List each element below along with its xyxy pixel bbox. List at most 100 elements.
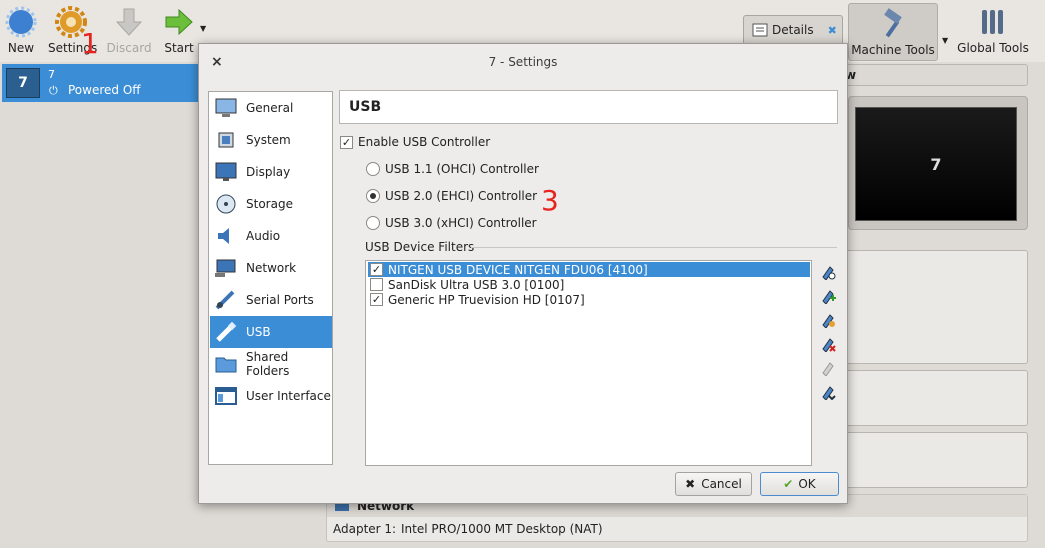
audio-icon <box>218 228 229 244</box>
enable-usb-label: Enable USB Controller <box>358 135 491 149</box>
filter-label: NITGEN USB DEVICE NITGEN FDU06 [4100] <box>388 262 648 277</box>
nav-label: System <box>246 133 291 147</box>
start-button[interactable]: Start <box>160 2 198 60</box>
nav-label: Network <box>246 261 297 275</box>
move-filter-up-icon[interactable] <box>820 360 836 376</box>
new-label: New <box>7 41 35 55</box>
usb30-radio[interactable] <box>366 216 380 230</box>
storage-icon <box>216 194 236 214</box>
nav-label: Audio <box>246 229 281 243</box>
filter-checkbox[interactable]: ✓ <box>370 263 383 276</box>
add-empty-filter-icon[interactable] <box>820 264 836 280</box>
filter-label: Generic HP Truevision HD [0107] <box>388 292 585 307</box>
usb30-label: USB 3.0 (xHCI) Controller <box>385 216 537 230</box>
add-filter-from-device-icon[interactable] <box>820 288 836 304</box>
adapter-label: Adapter 1: <box>333 522 397 536</box>
nav-label: User Interface <box>246 389 331 403</box>
nav-item-user-interface[interactable]: User Interface <box>210 380 332 412</box>
usb11-label: USB 1.1 (OHCI) Controller <box>385 162 539 176</box>
close-icon[interactable]: × <box>211 44 223 80</box>
annotation-1: 1 <box>81 27 99 60</box>
move-filter-down-icon[interactable] <box>820 384 836 400</box>
enable-usb-checkbox[interactable]: ✓ <box>340 136 353 149</box>
cancel-button[interactable]: ✖ Cancel <box>675 472 752 496</box>
usb20-radio[interactable] <box>366 189 380 203</box>
section-card <box>840 250 1028 364</box>
details-label: Details <box>772 23 814 37</box>
preview-box: 7 <box>848 96 1028 230</box>
section-card <box>840 432 1028 488</box>
start-dropdown-chevron-icon[interactable]: ▼ <box>200 24 206 33</box>
nav-label: General <box>246 101 294 115</box>
power-off-icon: ⏻ <box>49 84 58 97</box>
general-icon <box>215 98 237 117</box>
nav-item-shared-folders[interactable]: Shared Folders <box>210 348 332 380</box>
ok-button[interactable]: ✔ OK <box>760 472 839 496</box>
nav-label: USB <box>246 325 271 339</box>
ok-label: OK <box>798 477 816 491</box>
serial-ports-icon <box>215 290 235 310</box>
vm-state: Powered Off <box>68 83 141 97</box>
dialog-title: 7 - Settings <box>488 55 558 69</box>
shared-folders-icon <box>215 357 237 373</box>
network-icon <box>215 259 236 277</box>
annotation-3: 3 <box>541 184 559 217</box>
vm-list-item[interactable]: 7 7 ⏻ Powered Off <box>2 64 202 102</box>
machine-tools-label: Machine Tools <box>851 43 935 57</box>
nav-item-system[interactable]: System <box>210 124 332 156</box>
settings-dialog: × 7 - Settings General System Display St… <box>198 43 848 504</box>
discard-label: Discard <box>106 41 152 55</box>
nav-item-general[interactable]: General <box>210 92 332 124</box>
usb-icon <box>216 321 237 342</box>
cancel-label: Cancel <box>701 477 742 491</box>
discard-button[interactable]: Discard <box>106 2 152 60</box>
global-tools-label: Global Tools <box>957 41 1029 55</box>
preview-screen: 7 <box>855 107 1017 221</box>
page-title: USB <box>339 90 838 124</box>
details-close-icon[interactable]: ✖ <box>828 24 837 37</box>
section-card <box>840 370 1028 426</box>
discard-arrow-icon <box>115 8 143 36</box>
ok-check-icon: ✔ <box>783 477 794 491</box>
global-tools-button[interactable]: Global Tools <box>954 2 1032 60</box>
filter-row[interactable]: ✓ NITGEN USB DEVICE NITGEN FDU06 [4100] <box>368 262 810 277</box>
nav-label: Serial Ports <box>246 293 314 307</box>
tools-icon <box>982 10 1003 34</box>
start-label: Start <box>164 41 194 55</box>
hammer-icon <box>884 8 902 38</box>
nav-item-serial-ports[interactable]: Serial Ports <box>210 284 332 316</box>
nav-item-display[interactable]: Display <box>210 156 332 188</box>
user-interface-icon <box>215 387 237 405</box>
usb11-radio[interactable] <box>366 162 380 176</box>
vm-name: 7 <box>48 68 55 81</box>
filter-label: SanDisk Ultra USB 3.0 [0100] <box>388 277 565 292</box>
new-icon <box>5 6 37 38</box>
usb-filters-list: ✓ NITGEN USB DEVICE NITGEN FDU06 [4100] … <box>365 260 812 466</box>
nav-item-audio[interactable]: Audio <box>210 220 332 252</box>
nav-item-network[interactable]: Network <box>210 252 332 284</box>
machine-tools-button[interactable]: Machine Tools <box>848 3 938 61</box>
machine-tools-chevron-icon[interactable]: ▼ <box>942 36 948 45</box>
nav-item-storage[interactable]: Storage <box>210 188 332 220</box>
usb20-label: USB 2.0 (EHCI) Controller <box>385 189 538 203</box>
details-icon <box>752 23 768 37</box>
display-icon <box>215 162 237 181</box>
filter-checkbox[interactable]: ✓ <box>370 293 383 306</box>
filter-row[interactable]: ✓ Generic HP Truevision HD [0107] <box>368 292 810 307</box>
edit-filter-icon[interactable] <box>820 312 836 328</box>
filter-checkbox[interactable] <box>370 278 383 291</box>
details-tab[interactable]: Details ✖ <box>743 15 843 45</box>
filter-row[interactable]: SanDisk Ultra USB 3.0 [0100] <box>368 277 810 292</box>
remove-filter-icon[interactable] <box>820 336 836 352</box>
preview-section-header: w <box>840 64 1028 86</box>
cancel-icon: ✖ <box>685 477 696 491</box>
start-arrow-icon <box>165 8 193 36</box>
vm-os-icon: 7 <box>6 68 40 98</box>
settings-nav: General System Display Storage Audio Net… <box>208 91 333 465</box>
nav-item-usb[interactable]: USB <box>210 316 332 348</box>
system-icon <box>218 132 234 148</box>
dialog-titlebar: × 7 - Settings <box>199 44 847 80</box>
filters-divider <box>471 247 837 248</box>
usb-filters-label: USB Device Filters <box>365 240 475 254</box>
new-button[interactable]: New <box>4 2 38 60</box>
